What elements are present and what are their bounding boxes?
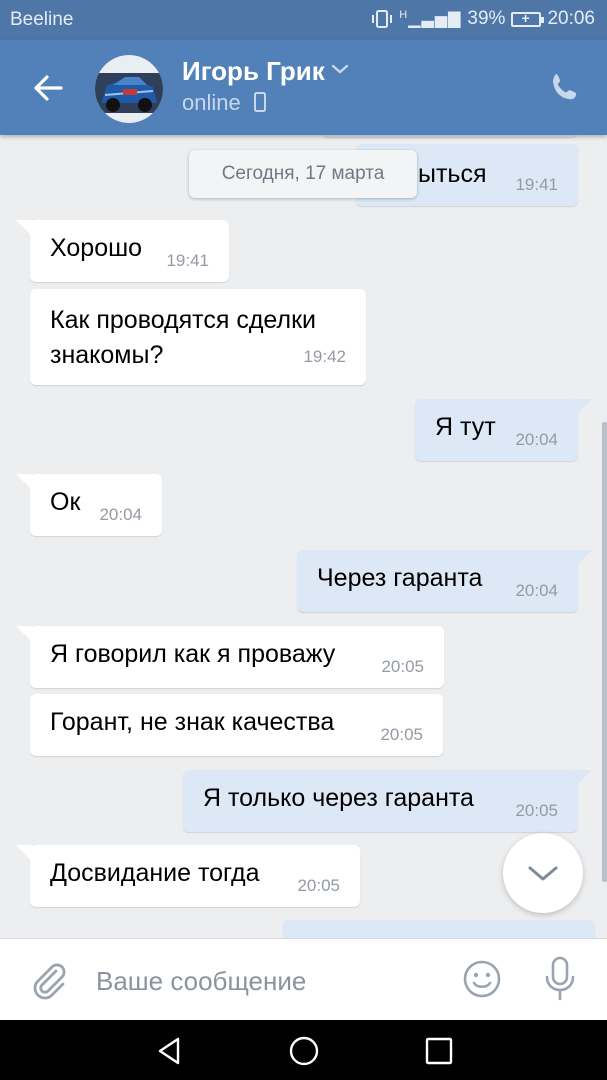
message-time: 19:41 <box>515 175 558 194</box>
message-text: Досвидание тогда <box>50 859 260 887</box>
circle-home-icon[interactable] <box>287 1034 321 1068</box>
message-incoming[interactable]: Как проводятся сделки знакомы? 19:42 <box>30 289 366 385</box>
smiley-icon[interactable] <box>462 959 502 999</box>
microphone-icon[interactable] <box>540 955 580 1003</box>
message-incoming[interactable]: Хорошо 19:41 <box>16 220 229 282</box>
message-text: Через гаранта <box>317 564 483 592</box>
avatar[interactable] <box>95 55 163 123</box>
message-incoming[interactable]: Горант, не знак качества 20:05 <box>30 694 443 756</box>
carrier-name: Beeline <box>10 9 74 30</box>
chevron-down-icon[interactable] <box>330 62 350 76</box>
clock: 20:06 <box>547 8 595 29</box>
phone-icon[interactable] <box>545 68 585 108</box>
paperclip-icon[interactable] <box>26 957 70 1001</box>
message-time: 20:04 <box>515 581 558 600</box>
message-incoming[interactable]: Досвидание тогда 20:05 <box>16 845 360 907</box>
message-time: 20:04 <box>515 430 558 449</box>
message-text: Я только через гаранта <box>203 784 474 812</box>
scroll-down-button[interactable] <box>503 833 583 913</box>
message-outgoing-partial[interactable] <box>283 920 595 938</box>
message-time: 19:42 <box>303 347 346 366</box>
online-status: online <box>182 90 267 116</box>
message-text: Хорошо <box>50 234 143 262</box>
message-text: Горант, не знак качества <box>50 708 335 736</box>
message-time: 20:05 <box>381 657 424 676</box>
arrow-left-icon[interactable] <box>22 62 74 114</box>
message-time: 20:05 <box>380 725 423 744</box>
signal-icon: H▁▃▅▇ <box>399 9 462 28</box>
triangle-back-icon[interactable] <box>152 1034 186 1068</box>
message-time: 19:41 <box>166 251 209 270</box>
battery-icon: + <box>511 10 545 27</box>
status-icons: H▁▃▅▇ 39% + 20:06 <box>371 8 595 30</box>
status-text: online <box>182 90 241 115</box>
message-time: 20:05 <box>515 801 558 820</box>
message-input[interactable] <box>96 961 436 1001</box>
message-text-line: Как проводятся сделки <box>50 306 316 334</box>
network-type: H <box>399 9 409 21</box>
message-text: Ок <box>50 488 81 516</box>
status-bar: Beeline H▁▃▅▇ 39% + 20:06 <box>0 0 607 40</box>
message-composer <box>0 938 607 1020</box>
message-text-line: знакомы? <box>50 341 164 369</box>
message-time: 20:04 <box>99 505 142 524</box>
message-incoming[interactable]: Я говорил как я проважу 20:05 <box>16 626 444 688</box>
vibrate-icon <box>372 10 393 28</box>
battery-percent: 39% <box>467 8 506 29</box>
message-text: Я тут <box>435 413 496 441</box>
contact-name[interactable]: Игорь Грик <box>182 56 325 87</box>
message-text: Я говорил как я проважу <box>50 640 336 668</box>
message-outgoing[interactable]: Я только через гаранта 20:05 <box>183 770 592 832</box>
car-image <box>95 55 163 123</box>
scrollbar[interactable] <box>602 422 607 882</box>
message-outgoing-edge <box>322 135 578 137</box>
navigation-bar <box>0 1020 607 1080</box>
chevron-down-icon <box>528 866 558 881</box>
message-outgoing[interactable]: Я тут 20:04 <box>415 399 592 461</box>
message-time: 20:05 <box>297 876 340 895</box>
message-outgoing[interactable]: Через гаранта 20:04 <box>297 550 592 612</box>
message-list[interactable]: ыться 19:41 Сегодня, 17 марта Хорошо 19:… <box>0 135 607 938</box>
square-recent-icon[interactable] <box>422 1034 456 1068</box>
date-separator: Сегодня, 17 марта <box>189 150 417 198</box>
message-text: ыться <box>418 160 487 188</box>
phone-device-icon <box>253 92 266 112</box>
message-incoming[interactable]: Ок 20:04 <box>16 474 162 536</box>
chat-header: Игорь Грик online <box>0 40 607 135</box>
